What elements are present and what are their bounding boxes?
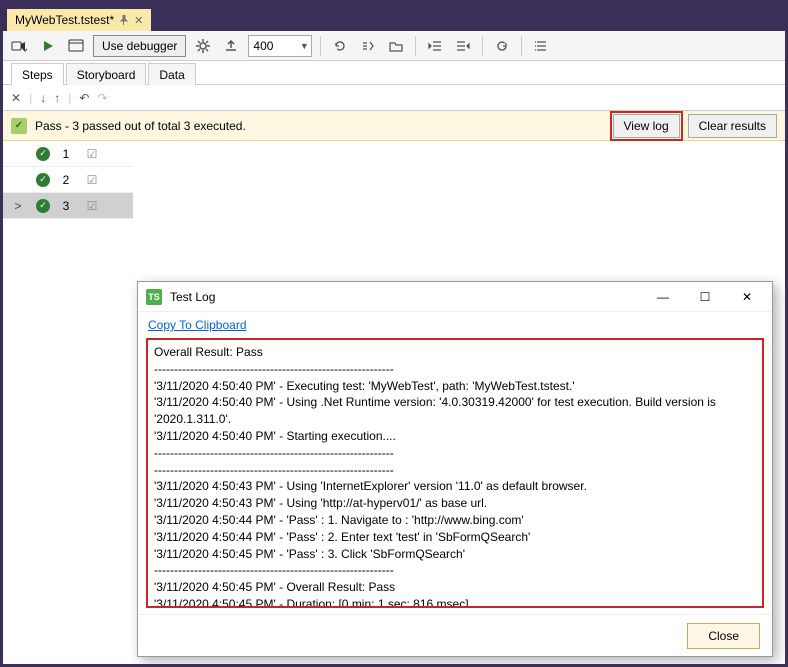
checkbox-icon[interactable]: ☑ — [79, 147, 105, 161]
row-gutter — [3, 199, 33, 213]
status-cell: ✓ — [33, 199, 53, 213]
gear-icon[interactable] — [192, 35, 214, 57]
play-icon[interactable] — [37, 35, 59, 57]
copy-to-clipboard-link[interactable]: Copy To Clipboard — [148, 318, 247, 332]
separator — [415, 36, 416, 56]
pass-icon: ✓ — [36, 199, 50, 213]
dialog-titlebar[interactable]: TS Test Log — ☐ ✕ — [138, 282, 772, 312]
close-icon[interactable]: ✕ — [730, 285, 764, 309]
file-tab-label: MyWebTest.tstest* — [15, 13, 114, 27]
step-number: 3 — [53, 199, 79, 213]
view-log-button[interactable]: View log — [613, 114, 680, 138]
dialog-linkbar: Copy To Clipboard — [138, 312, 772, 338]
file-tabstrip: MyWebTest.tstest* ✕ — [3, 7, 785, 31]
checkbox-icon[interactable]: ☑ — [79, 173, 105, 187]
maximize-icon[interactable]: ☐ — [688, 285, 722, 309]
reload-icon[interactable] — [491, 35, 513, 57]
separator: | — [29, 91, 32, 105]
step-row[interactable]: ✓ 3 ☑ — [3, 193, 133, 219]
upload-icon[interactable] — [220, 35, 242, 57]
main-toolbar: Use debugger ▼ — [3, 31, 785, 61]
delay-field[interactable] — [249, 39, 297, 53]
step-row[interactable]: ✓ 2 ☑ — [3, 167, 133, 193]
use-debugger-button[interactable]: Use debugger — [93, 35, 186, 57]
steps-icon[interactable] — [357, 35, 379, 57]
browser-icon[interactable] — [65, 35, 87, 57]
tab-storyboard[interactable]: Storyboard — [66, 63, 147, 85]
test-log-dialog: TS Test Log — ☐ ✕ Copy To Clipboard Over… — [137, 281, 773, 657]
separator — [320, 36, 321, 56]
status-cell: ✓ — [33, 173, 53, 187]
dialog-footer: Close — [138, 614, 772, 656]
indent-icon[interactable] — [452, 35, 474, 57]
log-output[interactable]: Overall Result: Pass -------------------… — [146, 338, 764, 608]
pass-icon: ✓ — [36, 147, 50, 161]
step-row[interactable]: ✓ 1 ☑ — [3, 141, 133, 167]
result-message: Pass - 3 passed out of total 3 executed. — [35, 119, 246, 133]
pass-badge-icon: ✓ — [11, 118, 27, 134]
tab-steps[interactable]: Steps — [11, 63, 64, 85]
use-debugger-label: Use debugger — [102, 39, 177, 53]
dialog-title: Test Log — [170, 290, 215, 304]
checkbox-icon[interactable]: ☑ — [79, 199, 105, 213]
delete-icon[interactable]: ✕ — [11, 91, 21, 105]
result-bar: ✓ Pass - 3 passed out of total 3 execute… — [3, 111, 785, 141]
pass-icon: ✓ — [36, 173, 50, 187]
arrow-down-icon[interactable]: ↓ — [40, 91, 46, 105]
separator: | — [68, 91, 71, 105]
delay-input[interactable]: ▼ — [248, 35, 312, 57]
app-window: MyWebTest.tstest* ✕ Use debugger ▼ — [0, 0, 788, 667]
status-cell: ✓ — [33, 147, 53, 161]
tab-data[interactable]: Data — [148, 63, 195, 85]
record-dropdown-icon[interactable] — [9, 35, 31, 57]
redo-icon[interactable]: ↷ — [97, 91, 107, 105]
list-icon[interactable] — [530, 35, 552, 57]
steps-area: ✓ 1 ☑ ✓ 2 ☑ ✓ 3 ☑ TS Test Log — — [3, 141, 785, 664]
subtab-strip: Steps Storyboard Data — [3, 61, 785, 85]
outdent-icon[interactable] — [424, 35, 446, 57]
step-number: 2 — [53, 173, 79, 187]
undo-icon[interactable]: ↶ — [79, 91, 89, 105]
file-tab[interactable]: MyWebTest.tstest* ✕ — [7, 9, 151, 31]
clear-results-button[interactable]: Clear results — [688, 114, 777, 138]
separator — [482, 36, 483, 56]
close-icon[interactable]: ✕ — [134, 14, 143, 27]
testlog-app-icon: TS — [146, 289, 162, 305]
minimize-icon[interactable]: — — [646, 285, 680, 309]
steps-toolbar: ✕ | ↓ ↑ | ↶ ↷ — [3, 85, 785, 111]
close-button[interactable]: Close — [687, 623, 760, 649]
arrow-up-icon[interactable]: ↑ — [54, 91, 60, 105]
pin-icon[interactable] — [120, 15, 128, 25]
chevron-down-icon[interactable]: ▼ — [297, 41, 311, 51]
step-number: 1 — [53, 147, 79, 161]
steps-list: ✓ 1 ☑ ✓ 2 ☑ ✓ 3 ☑ — [3, 141, 133, 219]
refresh-icon[interactable] — [329, 35, 351, 57]
separator — [521, 36, 522, 56]
folder-icon[interactable] — [385, 35, 407, 57]
